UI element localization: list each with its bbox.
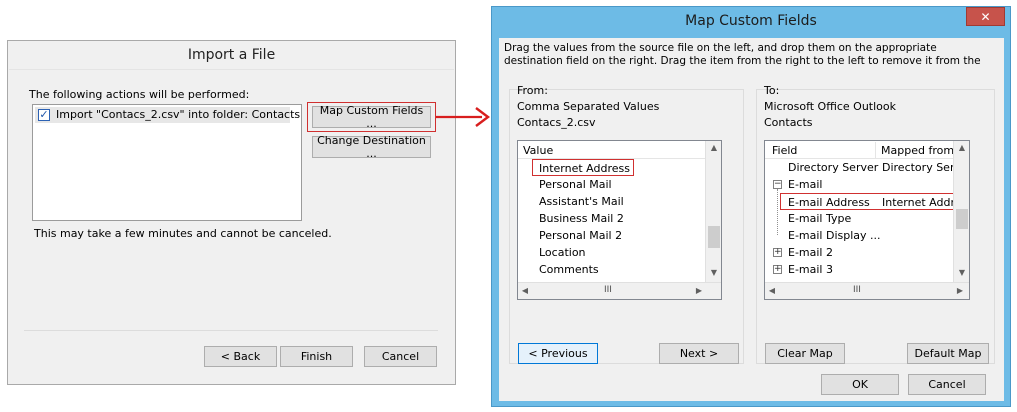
to-label: To:: [764, 84, 780, 97]
connector-arrowhead: [475, 107, 490, 127]
field-column-header: Field: [772, 144, 798, 157]
dest-vertical-scrollbar[interactable]: ▲ ▼: [953, 141, 969, 282]
source-item[interactable]: Personal Mail: [539, 176, 612, 193]
back-button[interactable]: < Back: [204, 346, 277, 367]
scroll-left-icon[interactable]: ◀: [766, 286, 778, 295]
previous-button[interactable]: < Previous: [518, 343, 598, 364]
dest-row-email-2[interactable]: + E-mail 2: [765, 244, 953, 261]
source-item[interactable]: Business Mail 2: [539, 210, 624, 227]
dest-row-email-display[interactable]: E-mail Display ...: [765, 227, 953, 244]
default-map-button[interactable]: Default Map: [907, 343, 989, 364]
from-source-file: Contacs_2.csv: [517, 116, 596, 129]
actions-label: The following actions will be performed:: [29, 88, 250, 101]
scroll-left-icon[interactable]: ◀: [519, 286, 531, 295]
collapse-icon[interactable]: −: [773, 180, 782, 189]
expand-icon[interactable]: +: [773, 248, 782, 257]
ok-button[interactable]: OK: [821, 374, 899, 395]
map-dialog-client: Drag the values from the source file on …: [499, 38, 1004, 401]
action-checkbox[interactable]: ✓: [38, 109, 50, 121]
scroll-up-icon[interactable]: ▲: [954, 143, 969, 152]
source-item-internet-address[interactable]: Internet Address: [532, 159, 634, 176]
action-item-label: Import "Contacs_2.csv" into folder: Cont…: [56, 108, 301, 121]
change-destination-button[interactable]: Change Destination ...: [312, 134, 431, 160]
map-custom-fields-button[interactable]: Map Custom Fields ...: [312, 104, 431, 130]
column-divider: [875, 142, 876, 158]
footer-divider: [24, 330, 438, 331]
source-item[interactable]: Location: [539, 244, 586, 261]
import-file-dialog: Import a File The following actions will…: [7, 40, 456, 385]
dest-horizontal-scrollbar[interactable]: ◀ III ▶: [765, 282, 969, 299]
from-source-type: Comma Separated Values: [517, 100, 660, 113]
map-dialog-title: Map Custom Fields: [685, 13, 817, 29]
source-vertical-scrollbar[interactable]: ▲ ▼: [705, 141, 721, 282]
action-item[interactable]: ✓ Import "Contacs_2.csv" into folder: Co…: [35, 107, 300, 123]
source-item[interactable]: Assistant's Mail: [539, 193, 624, 210]
instructions-line-2: destination field on the right. Drag the…: [504, 55, 981, 67]
expand-icon[interactable]: +: [773, 265, 782, 274]
value-column-header: Value: [523, 144, 554, 157]
dest-row-email-3[interactable]: + E-mail 3: [765, 261, 953, 278]
source-item[interactable]: Comments: [539, 261, 599, 278]
next-button[interactable]: Next >: [659, 343, 739, 364]
scroll-thumb-grip[interactable]: III: [604, 285, 612, 295]
close-icon[interactable]: ✕: [966, 7, 1005, 26]
scroll-thumb-grip[interactable]: III: [853, 285, 861, 295]
to-dest-app: Microsoft Office Outlook: [764, 100, 896, 113]
cancel-button[interactable]: Cancel: [364, 346, 437, 367]
actions-list: ✓ Import "Contacs_2.csv" into folder: Co…: [32, 104, 302, 221]
finish-button[interactable]: Finish: [280, 346, 353, 367]
instructions-line-1: Drag the values from the source file on …: [504, 42, 937, 54]
scroll-down-icon[interactable]: ▼: [706, 268, 721, 277]
title-divider: [9, 69, 454, 70]
clear-map-button[interactable]: Clear Map: [765, 343, 845, 364]
map-cancel-button[interactable]: Cancel: [908, 374, 986, 395]
source-values-list[interactable]: Value Internet Address Personal Mail Ass…: [517, 140, 722, 300]
scroll-down-icon[interactable]: ▼: [954, 268, 969, 277]
to-dest-folder: Contacts: [764, 116, 813, 129]
scroll-thumb[interactable]: [956, 209, 968, 229]
tree-connector-lines: [777, 189, 779, 235]
map-custom-fields-dialog: Map Custom Fields ✕ Drag the values from…: [491, 6, 1011, 407]
scroll-thumb[interactable]: [708, 226, 720, 248]
scroll-up-icon[interactable]: ▲: [706, 143, 721, 152]
dest-row-directory-server[interactable]: Directory Server Directory Server: [765, 159, 969, 176]
mapped-from-column-header: Mapped from: [881, 144, 955, 157]
scroll-right-icon[interactable]: ▶: [954, 286, 966, 295]
import-dialog-title: Import a File: [187, 47, 276, 63]
dest-row-email-type[interactable]: E-mail Type: [765, 210, 953, 227]
from-label: From:: [517, 84, 548, 97]
source-horizontal-scrollbar[interactable]: ◀ III ▶: [518, 282, 721, 299]
import-note: This may take a few minutes and cannot b…: [34, 227, 332, 240]
destination-fields-list[interactable]: Field Mapped from Directory Server Direc…: [764, 140, 970, 300]
dest-row-email-address[interactable]: E-mail Address Internet Address: [780, 193, 969, 210]
source-item[interactable]: Personal Mail 2: [539, 227, 622, 244]
scroll-right-icon[interactable]: ▶: [693, 286, 705, 295]
dest-row-email-group[interactable]: − E-mail: [765, 176, 953, 193]
